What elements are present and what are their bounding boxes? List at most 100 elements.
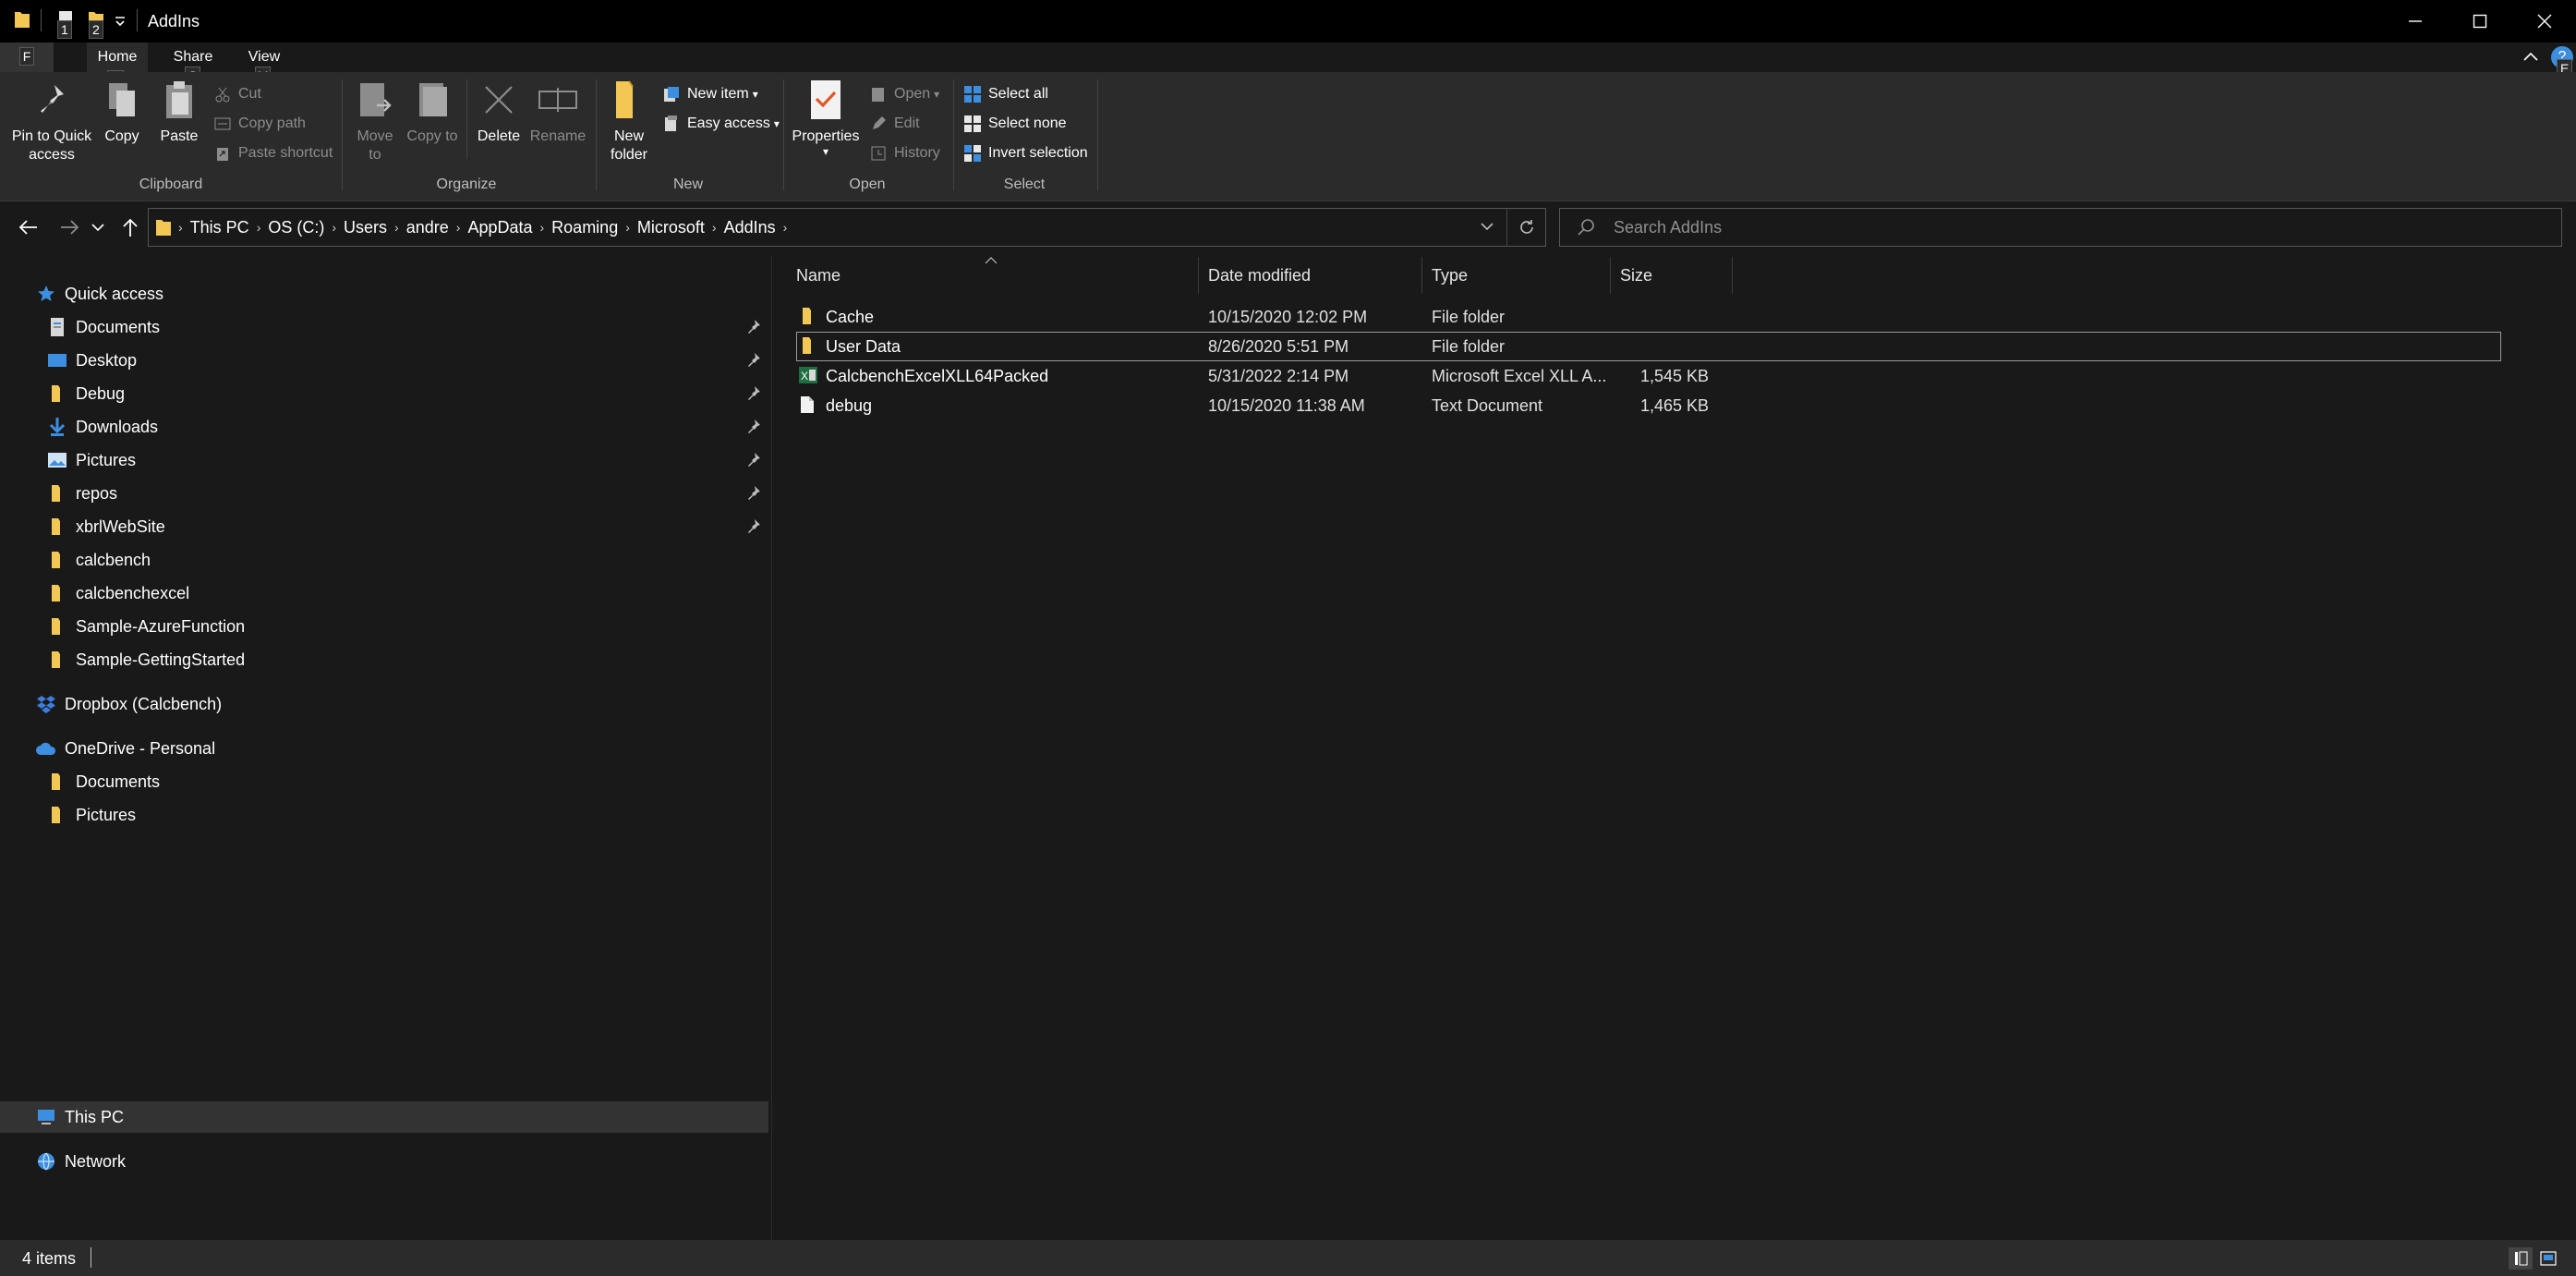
nav-onedrive-documents[interactable]: Documents: [46, 766, 160, 797]
rename-button[interactable]: Rename: [528, 78, 587, 146]
scissors-icon: [212, 84, 233, 104]
nav-onedrive[interactable]: OneDrive - Personal: [35, 733, 215, 764]
file-row[interactable]: X CalcbenchExcelXLL64Packed 5/31/2022 2:…: [796, 361, 2501, 391]
column-header-size[interactable]: Size: [1611, 257, 1733, 294]
nav-this-pc[interactable]: This PC: [35, 1101, 124, 1133]
nav-item-calcbench[interactable]: calcbench: [46, 544, 151, 576]
nav-item-label: Pictures: [76, 805, 137, 824]
tab-home[interactable]: Home: [87, 43, 148, 72]
forward-arrow-icon[interactable]: [54, 213, 85, 242]
address-bar[interactable]: › This PC › OS (C:) › Users › andre › Ap…: [148, 208, 1546, 247]
new-group-label: New: [672, 176, 703, 192]
cut-button[interactable]: Cut: [212, 81, 261, 107]
new-item-button[interactable]: New item ▾: [661, 81, 758, 107]
text-document-icon: [800, 395, 815, 414]
select-none-button[interactable]: Select none: [962, 111, 1067, 137]
nav-item-downloads[interactable]: Downloads: [46, 411, 158, 443]
pin-icon[interactable]: [746, 452, 763, 468]
pin-icon[interactable]: [746, 352, 763, 369]
breadcrumb-this-pc[interactable]: This PC: [190, 218, 249, 237]
nav-item-pictures[interactable]: Pictures: [46, 444, 136, 476]
chevron-right-icon[interactable]: ›: [712, 220, 717, 235]
chevron-right-icon[interactable]: ›: [257, 220, 261, 235]
edit-button[interactable]: Edit: [868, 111, 920, 137]
minimize-button[interactable]: [2383, 0, 2448, 43]
pin-icon[interactable]: [746, 385, 763, 402]
inner-separator: [466, 79, 467, 159]
pin-icon[interactable]: [746, 319, 763, 335]
breadcrumb-users[interactable]: Users: [344, 218, 387, 237]
refresh-icon[interactable]: [1518, 218, 1536, 237]
column-header-date[interactable]: Date modified: [1199, 257, 1422, 294]
up-arrow-icon[interactable]: [115, 213, 146, 242]
details-view-icon[interactable]: [2509, 1247, 2533, 1270]
documents-icon: [46, 316, 68, 338]
open-button[interactable]: Open ▾: [868, 81, 939, 107]
copy-label: Copy: [104, 128, 139, 144]
nav-dropbox[interactable]: Dropbox (Calcbench): [35, 688, 222, 720]
delete-button[interactable]: Delete: [473, 78, 525, 146]
chevron-right-icon[interactable]: ›: [456, 220, 461, 235]
back-arrow-icon[interactable]: [13, 213, 44, 242]
breadcrumb-microsoft[interactable]: Microsoft: [637, 218, 705, 237]
new-folder-button[interactable]: New folder: [602, 78, 656, 164]
large-icons-view-icon[interactable]: [2536, 1247, 2560, 1270]
nav-onedrive-pictures[interactable]: Pictures: [46, 799, 136, 831]
delete-x-icon: [478, 78, 519, 122]
breadcrumb-addins[interactable]: AddIns: [724, 218, 776, 237]
breadcrumb-appdata[interactable]: AppData: [467, 218, 532, 237]
collapse-ribbon-icon[interactable]: [2520, 46, 2542, 68]
recent-locations-chevron-icon[interactable]: [87, 213, 109, 242]
move-to-button[interactable]: Move to: [349, 78, 401, 164]
file-row[interactable]: debug 10/15/2020 11:38 AM Text Document …: [796, 391, 2501, 420]
nav-item-xbrlwebsite[interactable]: xbrlWebSite: [46, 511, 165, 542]
chevron-right-icon[interactable]: ›: [540, 220, 545, 235]
nav-item-calcbenchexcel[interactable]: calcbenchexcel: [46, 577, 189, 609]
nav-item-label: calcbenchexcel: [76, 583, 190, 602]
nav-item-documents[interactable]: Documents: [46, 311, 160, 343]
breadcrumb-os-c[interactable]: OS (C:): [268, 218, 324, 237]
copy-to-button[interactable]: Copy to: [406, 78, 458, 146]
column-header-type[interactable]: Type: [1422, 257, 1611, 294]
copy-path-button[interactable]: Copy path: [212, 111, 306, 137]
tab-file[interactable]: F: [0, 43, 54, 72]
copy-button[interactable]: Copy: [100, 78, 144, 146]
customize-toolbar-icon[interactable]: [113, 9, 133, 31]
nav-item-debug[interactable]: Debug: [46, 378, 125, 409]
easy-access-button[interactable]: Easy access ▾: [661, 111, 780, 137]
pin-icon[interactable]: [746, 419, 763, 435]
maximize-button[interactable]: [2448, 0, 2512, 43]
breadcrumb-roaming[interactable]: Roaming: [551, 218, 618, 237]
file-type: File folder: [1432, 308, 1506, 326]
column-header-name[interactable]: Name: [772, 257, 1199, 294]
nav-item-repos[interactable]: repos: [46, 478, 117, 509]
history-button[interactable]: History: [868, 140, 940, 166]
chevron-right-icon[interactable]: ›: [783, 220, 788, 235]
paste-button[interactable]: Paste: [155, 78, 203, 146]
select-all-button[interactable]: Select all: [962, 81, 1048, 107]
nav-network[interactable]: Network: [35, 1146, 126, 1177]
nav-item-sample-azurefunction[interactable]: Sample-AzureFunction: [46, 611, 245, 642]
file-row[interactable]: User Data 8/26/2020 5:51 PM File folder: [796, 332, 2501, 361]
file-type: File folder: [1432, 337, 1506, 356]
close-button[interactable]: [2512, 0, 2576, 43]
address-dropdown-icon[interactable]: [1479, 218, 1497, 237]
clipboard-group-label: Clipboard: [139, 176, 203, 192]
chevron-right-icon[interactable]: ›: [625, 220, 630, 235]
pin-icon[interactable]: [746, 518, 763, 535]
nav-item-desktop[interactable]: Desktop: [46, 345, 137, 376]
breadcrumb-andre[interactable]: andre: [406, 218, 449, 237]
invert-selection-button[interactable]: Invert selection: [962, 140, 1088, 166]
nav-item-sample-gettingstarted[interactable]: Sample-GettingStarted: [46, 644, 245, 675]
paste-shortcut-button[interactable]: Paste shortcut: [212, 140, 333, 166]
navigation-row: › This PC › OS (C:) › Users › andre › Ap…: [0, 203, 2576, 251]
chevron-right-icon[interactable]: ›: [394, 220, 399, 235]
pin-to-quick-access-button[interactable]: Pin to Quick access: [7, 78, 96, 164]
file-size: [1616, 332, 1709, 361]
pin-icon[interactable]: [746, 485, 763, 502]
chevron-right-icon[interactable]: ›: [332, 220, 336, 235]
properties-button[interactable]: Properties ▾: [791, 78, 861, 157]
search-input[interactable]: Search AddIns: [1559, 208, 2562, 247]
nav-quick-access[interactable]: Quick access: [35, 278, 163, 310]
file-row[interactable]: Cache 10/15/2020 12:02 PM File folder: [796, 302, 2501, 332]
